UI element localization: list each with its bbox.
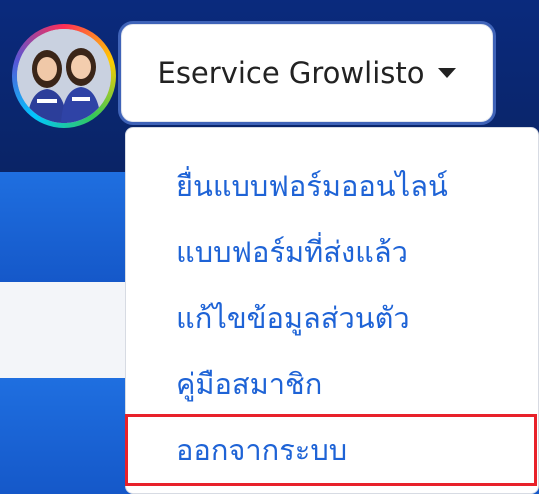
user-avatar-photo-icon — [17, 29, 111, 123]
user-menu-button[interactable]: Eservice Growlisto — [121, 24, 493, 122]
menu-item-sent-forms[interactable]: แบบฟอร์มที่ส่งแล้ว — [126, 222, 538, 282]
caret-down-icon — [438, 68, 457, 78]
menu-item-submit-form-online[interactable]: ยื่นแบบฟอร์มออนไลน์ — [126, 156, 538, 216]
menu-item-edit-profile[interactable]: แก้ไขข้อมูลส่วนตัว — [126, 288, 538, 348]
avatar[interactable] — [12, 24, 116, 128]
menu-item-logout[interactable]: ออกจากระบบ — [126, 420, 538, 480]
user-dropdown-menu: ยื่นแบบฟอร์มออนไลน์ แบบฟอร์มที่ส่งแล้ว แ… — [125, 127, 539, 494]
menu-item-member-guide[interactable]: คู่มือสมาชิก — [126, 354, 538, 414]
user-name: Eservice Growlisto — [157, 56, 425, 90]
